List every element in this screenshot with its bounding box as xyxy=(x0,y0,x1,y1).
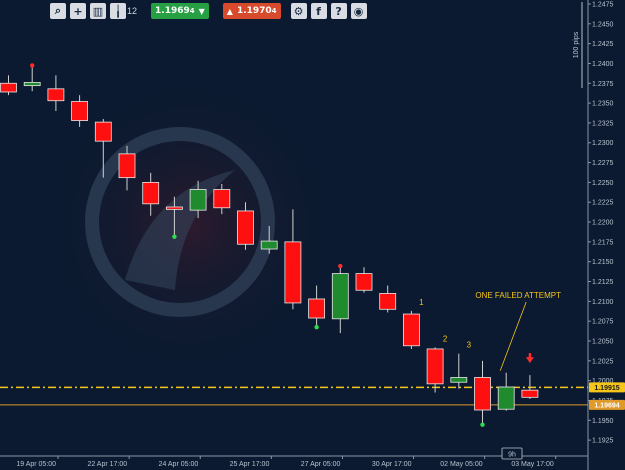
price-axis-label: 1.2125 xyxy=(592,279,614,286)
candle-body[interactable] xyxy=(426,348,444,385)
candles-icon[interactable]: ╽ xyxy=(110,3,126,19)
price-axis-label: 1.2400 xyxy=(592,61,614,68)
pips-scale-label: 100 pips xyxy=(573,31,580,58)
fractal-up-marker xyxy=(338,263,343,269)
price-axis-label: 1.2100 xyxy=(592,299,614,306)
candle-body[interactable] xyxy=(142,181,160,205)
candle-body[interactable] xyxy=(189,189,207,211)
facebook-icon[interactable]: f xyxy=(310,3,327,19)
candle-body[interactable] xyxy=(94,121,112,142)
resistance-price-label: 1.19915 xyxy=(594,385,619,392)
candle-body[interactable] xyxy=(47,88,65,102)
price-axis-label: 1.1925 xyxy=(592,438,614,445)
candle-count: 12 xyxy=(127,6,138,16)
settings-icon[interactable]: ⚙ xyxy=(290,3,307,19)
screenshot-icon[interactable]: ◉ xyxy=(350,3,367,19)
current-price-label: 1.19694 xyxy=(594,402,619,409)
candle-body[interactable] xyxy=(237,210,254,245)
candle-body[interactable] xyxy=(331,273,349,320)
time-axis-label: 19 Apr 05:00 xyxy=(16,461,56,468)
candle-body[interactable] xyxy=(213,189,231,209)
candle-body[interactable] xyxy=(71,101,88,121)
price-axis-label: 1.2225 xyxy=(592,200,614,207)
time-axis-label: 25 Apr 17:00 xyxy=(230,461,270,468)
price-axis-label: 1.2025 xyxy=(592,358,614,365)
chart-area[interactable]: 1.2475 1.2450 1.2425 1.2400 1.2375 1.2350 1.23… xyxy=(0,0,625,470)
price-axis-label: 1.2325 xyxy=(592,120,614,127)
candle-body[interactable] xyxy=(260,240,278,250)
fractal-up-marker xyxy=(30,63,35,68)
sell-price: 1.19694 xyxy=(155,6,195,16)
price-axis-label: 1.2375 xyxy=(592,81,614,88)
fractal-down-marker xyxy=(314,324,319,330)
buy-price-button[interactable]: ▲ 1.19704 xyxy=(222,3,281,19)
annotation-number: 2 xyxy=(443,334,448,343)
buy-arrow-icon: ▲ xyxy=(226,6,233,16)
candle-body[interactable] xyxy=(379,293,397,310)
price-axis-label: 1.2275 xyxy=(592,160,614,167)
candle-body[interactable] xyxy=(474,377,491,411)
time-axis-label: 22 Apr 17:00 xyxy=(87,461,127,468)
sell-price-button[interactable]: 1.19694 ▼ xyxy=(151,3,209,19)
callout-pointer-line xyxy=(499,301,527,371)
price-axis-label: 1.2050 xyxy=(592,339,614,346)
price-axis-label: 1.2075 xyxy=(592,319,614,326)
price-axis-label: 1.2175 xyxy=(592,239,614,246)
candle-body[interactable] xyxy=(450,377,468,383)
candle-body[interactable] xyxy=(402,313,420,347)
candle-body[interactable] xyxy=(308,298,326,319)
candle-body[interactable] xyxy=(0,82,17,93)
time-axis-label: 27 Apr 05:00 xyxy=(301,461,341,468)
candle-body[interactable] xyxy=(165,206,183,210)
candle-body[interactable] xyxy=(355,273,373,291)
price-axis-label: 1.2475 xyxy=(592,1,614,8)
crosshair-icon[interactable]: + xyxy=(70,3,86,19)
candle-body[interactable] xyxy=(521,389,539,398)
buy-price: 1.19704 xyxy=(236,6,277,16)
price-axis-label: 1.2150 xyxy=(592,259,614,266)
time-tag-label: 9h xyxy=(508,452,516,459)
failed-attempt-callout: ONE FAILED ATTEMPT xyxy=(475,291,561,300)
price-axis-label: 1.2250 xyxy=(592,180,614,187)
price-axis-label: 1.2350 xyxy=(592,101,614,108)
price-axis-label: 1.1950 xyxy=(592,418,614,425)
chart-toolbar: ⌕ + ▥ ╽ 12 1.19694 ▼ ▲ 1.19704 ⚙ f ? ◉ xyxy=(50,2,367,20)
price-axis-label: 1.2450 xyxy=(592,21,614,28)
price-chart[interactable]: 1.2475 1.2450 1.2425 1.2400 1.2375 1.2350 1.23… xyxy=(0,0,625,470)
fractal-down-marker xyxy=(480,422,485,427)
price-axis-label: 1.2300 xyxy=(592,140,614,147)
candle-body[interactable] xyxy=(284,241,302,304)
price-axis-label: 1.2425 xyxy=(592,41,614,48)
time-axis-label: 30 Apr 17:00 xyxy=(372,461,412,468)
price-axis-label: 1.2200 xyxy=(592,220,614,227)
annotation-number: 1 xyxy=(419,298,424,307)
sell-arrow-stem xyxy=(528,353,532,359)
candle-body[interactable] xyxy=(23,82,41,87)
bar-chart-icon[interactable]: ▥ xyxy=(90,3,106,19)
time-axis-label: 02 May 05:00 xyxy=(440,461,483,468)
time-axis-label: 03 May 17:00 xyxy=(511,461,554,468)
candle-body[interactable] xyxy=(118,153,136,179)
candle-body[interactable] xyxy=(497,386,515,410)
search-icon[interactable]: ⌕ xyxy=(50,3,66,19)
help-icon[interactable]: ? xyxy=(330,3,347,19)
time-axis-label: 24 Apr 05:00 xyxy=(159,461,199,468)
sell-arrow-icon: ▼ xyxy=(198,6,205,16)
annotation-number: 3 xyxy=(467,341,472,350)
fractal-down-marker xyxy=(172,234,177,239)
